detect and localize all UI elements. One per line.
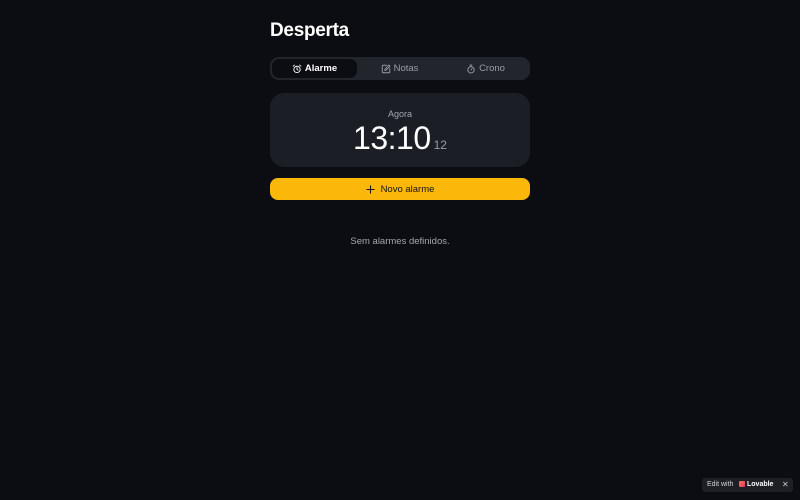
lovable-badge: Edit with Lovable ✕ <box>702 478 793 492</box>
empty-state-text: Sem alarmes definidos. <box>350 236 450 247</box>
clock-seconds: 12 <box>433 138 447 152</box>
plus-icon <box>365 184 375 194</box>
tab-notas[interactable]: Notas <box>357 59 442 78</box>
clock-display: 13:10 12 <box>270 120 530 157</box>
new-alarm-button[interactable]: Novo alarme <box>270 178 530 200</box>
tab-alarme[interactable]: Alarme <box>272 59 357 78</box>
tab-crono[interactable]: Crono <box>443 59 528 78</box>
tab-label: Crono <box>479 63 505 74</box>
edit-with-link[interactable]: Edit with <box>707 481 733 488</box>
tab-label: Notas <box>393 63 419 74</box>
edit-note-icon <box>381 64 391 74</box>
clock-hours-minutes: 13:10 <box>353 120 431 156</box>
stopwatch-icon <box>466 64 476 74</box>
page-title: Desperta <box>270 20 349 41</box>
lovable-logo-icon <box>739 481 745 487</box>
new-alarm-label: Novo alarme <box>380 183 435 195</box>
tab-bar: Alarme Notas Crono <box>270 57 530 80</box>
clock-card: Agora 13:10 12 <box>270 93 530 167</box>
badge-brand: Lovable <box>747 481 774 488</box>
close-icon[interactable]: ✕ <box>782 480 789 489</box>
clock-label: Agora <box>387 109 413 119</box>
tab-label: Alarme <box>304 63 338 74</box>
alarm-clock-icon <box>292 64 302 74</box>
